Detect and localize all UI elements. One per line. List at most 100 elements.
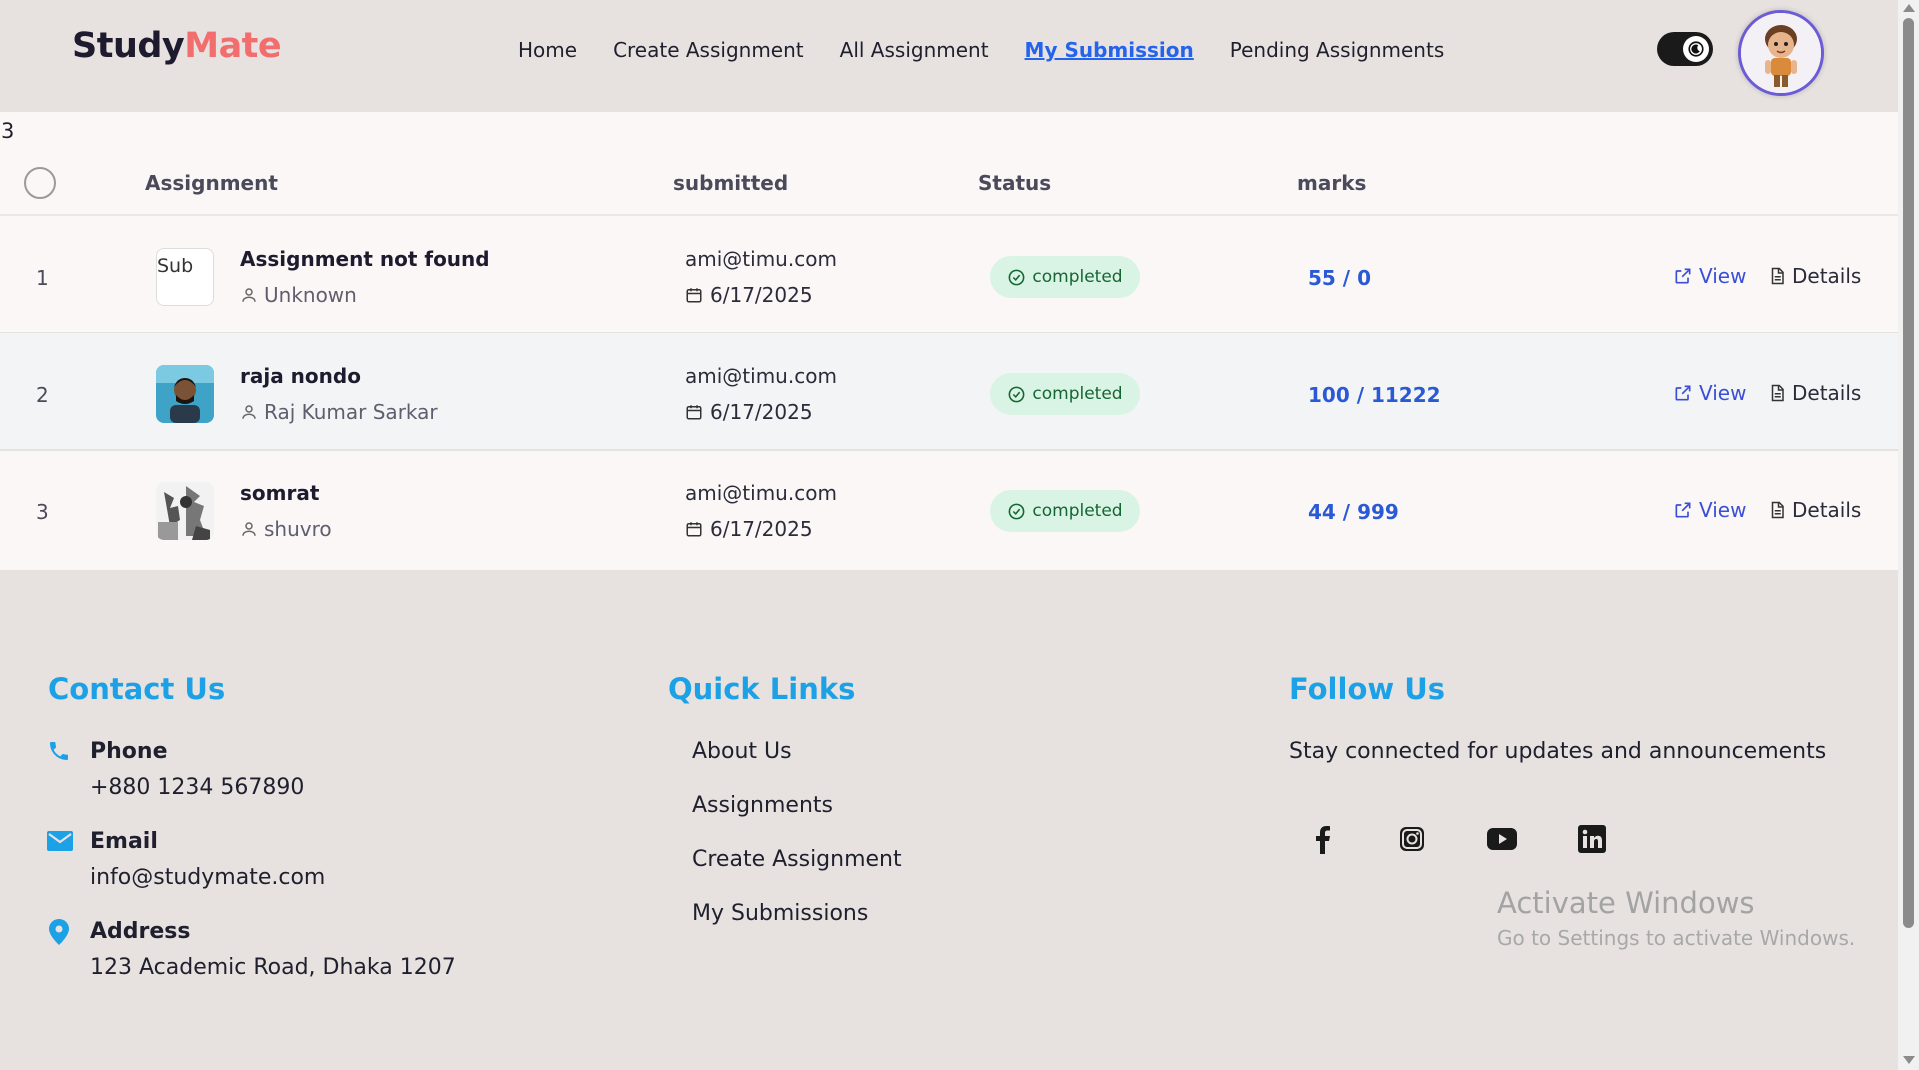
marks-value: 44 / 999 [1308, 500, 1399, 524]
assignment-title: raja nondo [240, 364, 361, 388]
thumbnail-alt-text: Sub [157, 255, 194, 277]
footer-link-my-submissions[interactable]: My Submissions [692, 901, 868, 926]
instagram-icon[interactable] [1395, 822, 1429, 856]
scroll-up-arrow-icon[interactable] [1903, 4, 1915, 12]
map-pin-icon [49, 919, 69, 949]
submitter-email: ami@timu.com [685, 247, 837, 271]
status-text: completed [1032, 501, 1123, 521]
logo-part-study: Study [72, 26, 185, 66]
details-button[interactable]: Details [1768, 381, 1861, 405]
status-badge: completed [990, 373, 1140, 415]
submissions-table: 3 Assignment submitted Status marks 1 Su… [0, 112, 1898, 570]
follow-text: Stay connected for updates and announcem… [1289, 739, 1827, 764]
marks-value: 100 / 11222 [1308, 383, 1441, 407]
view-label: View [1699, 264, 1747, 288]
document-icon [1771, 384, 1784, 402]
assignment-thumbnail [156, 482, 214, 540]
date-text: 6/17/2025 [710, 283, 813, 307]
external-link-icon [1675, 268, 1691, 284]
submission-count: 3 [1, 119, 15, 143]
user-avatar[interactable] [1738, 10, 1824, 96]
view-label: View [1699, 498, 1747, 522]
email-address: info@studymate.com [90, 865, 326, 890]
header-status: Status [978, 171, 1052, 195]
footer-link-create-assignment[interactable]: Create Assignment [692, 847, 902, 872]
calendar-icon [686, 405, 702, 420]
table-row: 2 raja nondo Raj Kumar Sarkar ami@timu.c… [0, 333, 1898, 451]
follow-heading: Follow Us [1289, 672, 1446, 706]
theme-toggle[interactable] [1657, 32, 1713, 66]
mail-icon [47, 831, 73, 855]
user-icon [242, 405, 256, 419]
status-badge: completed [990, 256, 1140, 298]
nav-link-home[interactable]: Home [518, 38, 577, 62]
status-badge: completed [990, 490, 1140, 532]
assignment-title: somrat [240, 481, 320, 505]
assignment-thumbnail [156, 365, 214, 423]
nav-link-pending-assignments[interactable]: Pending Assignments [1230, 38, 1444, 62]
row-number: 2 [36, 383, 49, 407]
document-icon [1771, 501, 1784, 519]
linkedin-icon[interactable] [1575, 822, 1609, 856]
footer-link-about-us[interactable]: About Us [692, 739, 792, 764]
details-label: Details [1792, 264, 1862, 288]
view-label: View [1699, 381, 1747, 405]
check-circle-icon [1008, 269, 1025, 285]
view-button[interactable]: View [1673, 498, 1746, 522]
view-button[interactable]: View [1673, 264, 1746, 288]
view-button[interactable]: View [1673, 381, 1746, 405]
scroll-down-arrow-icon[interactable] [1903, 1056, 1915, 1064]
submitted-date: 6/17/2025 [685, 400, 813, 424]
table-header: Assignment submitted Status marks [0, 150, 1898, 216]
details-button[interactable]: Details [1768, 264, 1861, 288]
windows-activation-title: Activate Windows [1497, 886, 1755, 920]
external-link-icon [1675, 502, 1691, 518]
nav-link-create-assignment[interactable]: Create Assignment [613, 38, 804, 62]
navbar: StudyMate Home Create Assignment All Ass… [0, 0, 1898, 112]
details-label: Details [1792, 498, 1862, 522]
logo[interactable]: StudyMate [72, 26, 282, 66]
quick-links-heading: Quick Links [668, 672, 856, 706]
facebook-icon[interactable] [1305, 822, 1339, 856]
footer-link-assignments[interactable]: Assignments [692, 793, 833, 818]
phone-icon [47, 739, 71, 767]
author-name: Unknown [264, 283, 357, 307]
nav-link-my-submission[interactable]: My Submission [1025, 38, 1194, 62]
address-text: 123 Academic Road, Dhaka 1207 [90, 955, 456, 980]
date-text: 6/17/2025 [710, 517, 813, 541]
status-text: completed [1032, 384, 1123, 404]
date-text: 6/17/2025 [710, 400, 813, 424]
nav-link-all-assignment[interactable]: All Assignment [840, 38, 989, 62]
row-number: 1 [36, 266, 49, 290]
author-name: shuvro [264, 517, 332, 541]
assignment-author: Unknown [240, 283, 357, 307]
submitted-date: 6/17/2025 [685, 517, 813, 541]
submitted-date: 6/17/2025 [685, 283, 813, 307]
page-scrollbar[interactable] [1898, 0, 1919, 1070]
nav-links: Home Create Assignment All Assignment My… [518, 38, 1444, 62]
scrollbar-thumb[interactable] [1903, 18, 1914, 928]
submitter-email: ami@timu.com [685, 364, 837, 388]
document-icon [1771, 267, 1784, 285]
header-assignment: Assignment [145, 171, 278, 195]
table-row: 1 Sub Assignment not found Unknown ami@t… [0, 216, 1898, 334]
address-label: Address [90, 919, 191, 944]
assignment-title: Assignment not found [240, 247, 490, 271]
youtube-icon[interactable] [1485, 822, 1519, 856]
calendar-icon [686, 522, 702, 537]
email-label: Email [90, 829, 158, 854]
phone-label: Phone [90, 739, 168, 764]
header-submitted: submitted [673, 171, 789, 195]
check-circle-icon [1008, 503, 1025, 519]
user-icon [242, 288, 256, 302]
marks-value: 55 / 0 [1308, 266, 1371, 290]
select-all-checkbox[interactable] [24, 167, 56, 199]
submitter-email: ami@timu.com [685, 481, 837, 505]
windows-activation-subtitle: Go to Settings to activate Windows. [1497, 926, 1856, 950]
assignment-author: shuvro [240, 517, 332, 541]
check-circle-icon [1008, 386, 1025, 402]
phone-number: +880 1234 567890 [90, 775, 305, 800]
external-link-icon [1675, 385, 1691, 401]
assignment-author: Raj Kumar Sarkar [240, 400, 438, 424]
details-button[interactable]: Details [1768, 498, 1861, 522]
